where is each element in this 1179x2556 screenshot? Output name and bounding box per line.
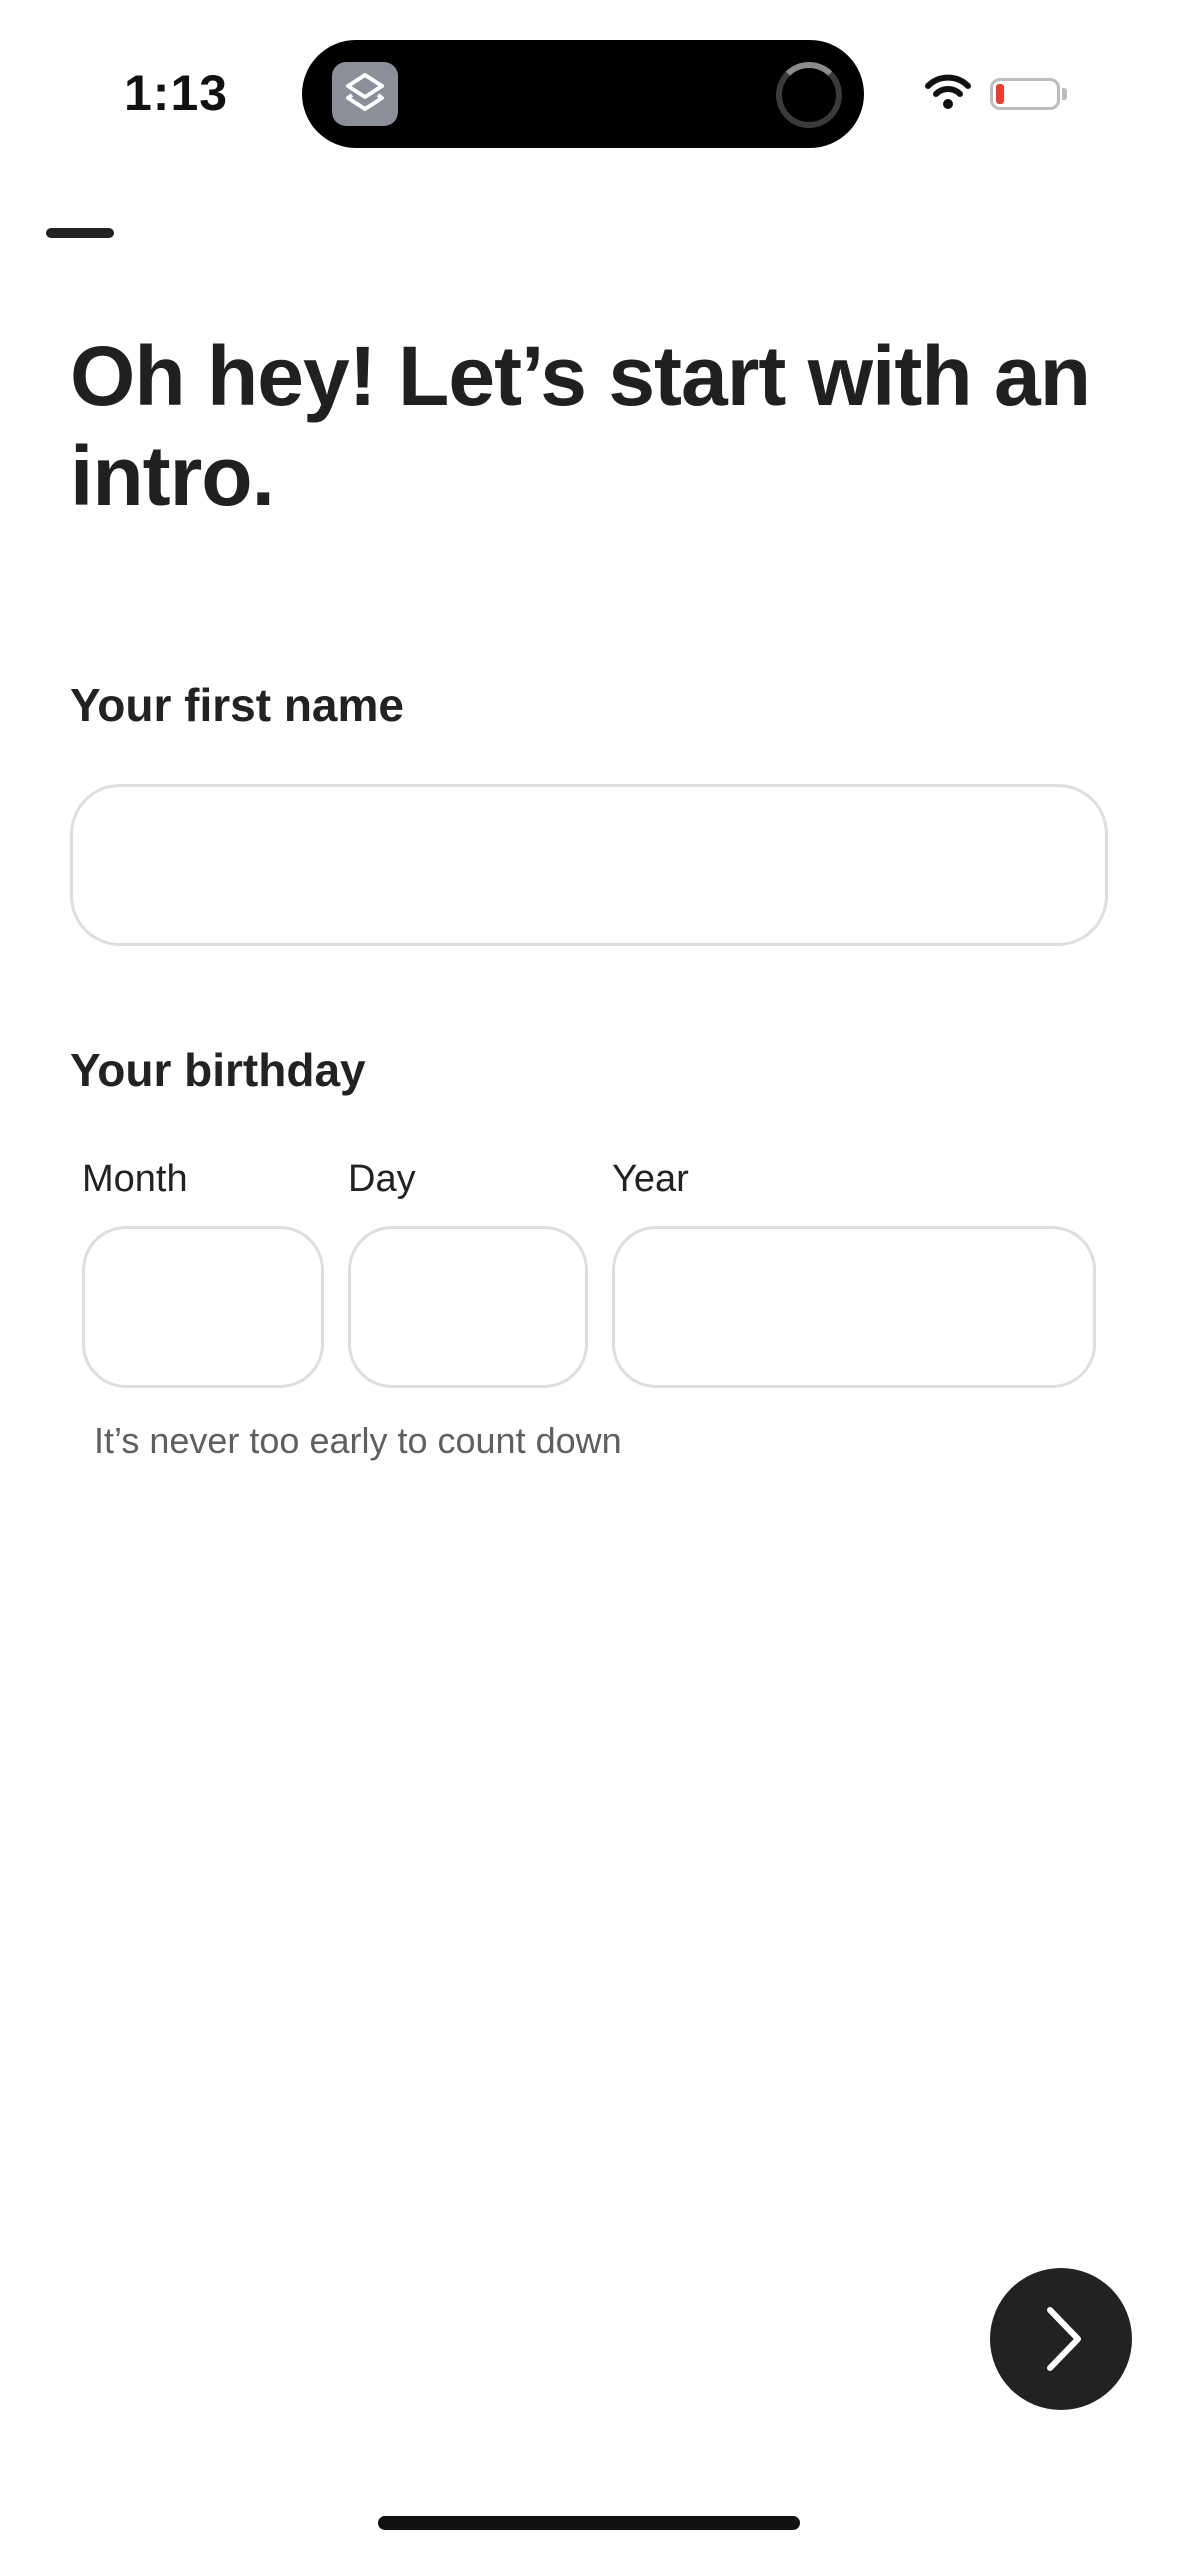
month-label: Month <box>82 1158 188 1200</box>
year-input[interactable] <box>612 1226 1096 1388</box>
year-label: Year <box>612 1158 689 1200</box>
first-name-input[interactable] <box>70 784 1108 946</box>
birthday-helper-text: It’s never too early to count down <box>94 1420 622 1461</box>
chevron-right-icon <box>1047 2307 1081 2371</box>
page-title: Oh hey! Let’s start with an intro. <box>70 329 1091 523</box>
shortcuts-app-icon <box>332 62 398 126</box>
wifi-icon <box>925 74 971 109</box>
day-label: Day <box>348 1158 416 1200</box>
status-time: 1:13 <box>124 65 229 121</box>
first-name-label: Your first name <box>70 679 404 731</box>
battery-level <box>996 84 1004 104</box>
battery-nub <box>1062 88 1067 100</box>
loading-spinner-icon <box>776 62 842 128</box>
month-input[interactable] <box>82 1226 324 1388</box>
status-bar: 1:13 <box>0 0 1179 190</box>
dynamic-island <box>302 40 864 148</box>
progress-indicator <box>46 228 114 238</box>
next-button[interactable] <box>990 2268 1132 2410</box>
birthday-label: Your birthday <box>70 1044 366 1096</box>
battery-low-icon <box>990 78 1060 110</box>
home-indicator[interactable] <box>378 2516 800 2530</box>
day-input[interactable] <box>348 1226 588 1388</box>
